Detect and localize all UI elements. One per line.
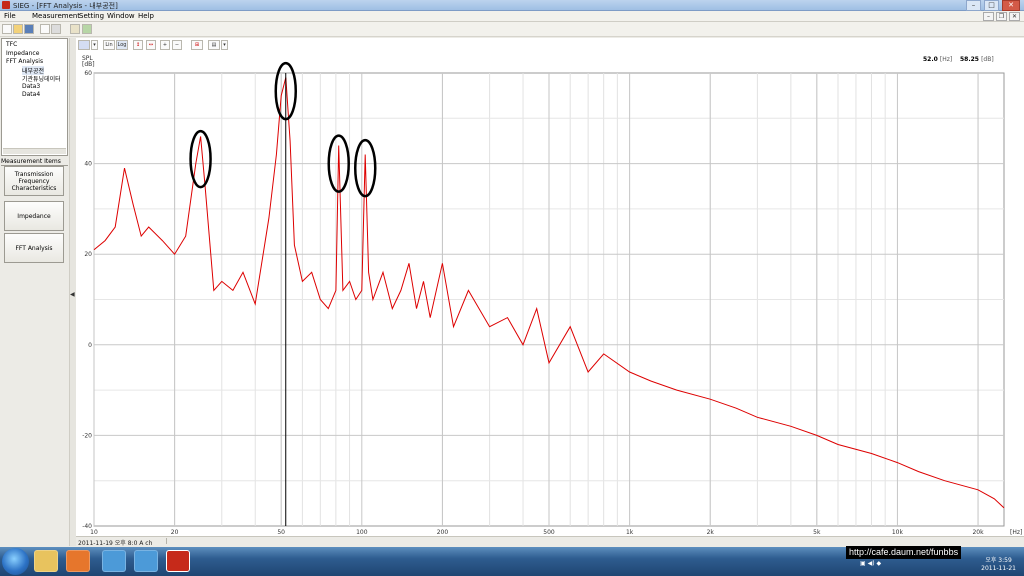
x-tick-label: 200 [437, 529, 449, 536]
title-bar: SIEG - [FFT Analysis - 내부공전] – □ ✕ [0, 0, 1024, 11]
status-bar: 2011-11-19 오후 8:0 A ch [76, 536, 1024, 547]
menu-window[interactable]: Window [107, 12, 135, 20]
collapse-arrow-icon[interactable]: ◀ [70, 291, 75, 298]
mdi-minimize-icon[interactable]: – [983, 12, 994, 21]
ie2-taskbar-icon[interactable] [134, 550, 158, 572]
window-controls: – □ ✕ [966, 0, 1020, 11]
level-unit: [dB] [981, 56, 994, 63]
clock-time: 오후 3:59 [985, 557, 1012, 564]
level-value: 58.25 [960, 56, 979, 63]
x-axis-unit: [Hz] [1010, 529, 1022, 536]
x-tick-label: 20k [972, 529, 984, 536]
x-tick-label: 50 [277, 529, 285, 536]
frequency-readout: 52.0 [Hz] [923, 56, 952, 63]
minimize-icon[interactable]: – [966, 0, 981, 11]
level-readout: 58.25 [dB] [960, 56, 994, 63]
y-tick-label: -40 [82, 523, 92, 530]
settings-icon[interactable] [82, 24, 92, 34]
window-title: SIEG - [FFT Analysis - 내부공전] [13, 2, 118, 10]
volume-icon[interactable]: ◀) [868, 560, 875, 567]
grid-dropdown-icon[interactable]: ▾ [91, 40, 98, 50]
tree-item-tfc[interactable]: TFC [6, 41, 17, 48]
menu-file[interactable]: File [4, 12, 16, 20]
status-cell [166, 538, 227, 544]
print-preview-icon[interactable] [40, 24, 50, 34]
tree-item-data4[interactable]: Data4 [22, 91, 40, 98]
ie-taskbar-icon[interactable] [102, 550, 126, 572]
save-icon[interactable] [24, 24, 34, 34]
clock[interactable]: 오후 3:59 2011-11-21 [981, 557, 1016, 573]
horizontal-move-icon[interactable]: ↔ [146, 40, 156, 50]
zoom-out-icon[interactable]: − [172, 40, 182, 50]
start-button[interactable] [2, 548, 29, 575]
tools-icon[interactable] [70, 24, 80, 34]
tree-item-impedance[interactable]: Impedance [6, 50, 39, 57]
app-icon [2, 1, 10, 9]
x-tick-label: 10 [90, 529, 98, 536]
menu-bar: File Measurement Setting Window Help – ❐… [0, 11, 1024, 22]
maximize-icon[interactable]: □ [984, 0, 999, 11]
watermark: http://cafe.daum.net/funbbs [846, 546, 962, 559]
shield-icon[interactable]: ◆ [876, 560, 881, 567]
x-tick-label: 20 [171, 529, 179, 536]
y-tick-label: -20 [82, 432, 92, 439]
open-folder-icon[interactable] [13, 24, 23, 34]
y-axis-label-text: SPL [dB] [82, 55, 95, 68]
frequency-unit: [Hz] [939, 56, 953, 63]
frequency-value: 52.0 [923, 56, 938, 63]
display-option-icon[interactable]: ▤ [208, 40, 220, 50]
chart-toolbar: ▾ Lin Log ↕ ↔ + − ⊞ ▤ ▾ [76, 38, 1024, 52]
tree-item-data2[interactable]: 기관튜닝데이터 [22, 74, 61, 83]
fft-chart-panel: 10 20 50 100 200 500 1k 2k 5k 10k 20k 60 40 20 0 -20 -40… [76, 38, 1024, 536]
y-tick-label: 60 [84, 70, 92, 77]
fft-analysis-button[interactable]: FFT Analysis [4, 233, 64, 263]
menu-measurement[interactable]: Measurement [32, 12, 80, 20]
x-tick-label: 100 [356, 529, 368, 536]
mdi-controls: – ❐ ✕ [983, 12, 1020, 21]
fft-plot: 10 20 50 100 200 500 1k 2k 5k 10k 20k6040200-20-40… [82, 61, 1022, 536]
x-tick-label: 1k [626, 529, 634, 536]
tree-scrollbar[interactable] [3, 148, 66, 154]
mdi-restore-icon[interactable]: ❐ [996, 12, 1007, 21]
transmission-frequency-button[interactable]: Transmission Frequency Characteristics [4, 166, 64, 196]
grid-view-icon[interactable] [78, 40, 90, 50]
display-dropdown-icon[interactable]: ▾ [221, 40, 228, 50]
main-toolbar [0, 22, 1024, 37]
tree-item-fft-analysis[interactable]: FFT Analysis [6, 58, 43, 65]
x-tick-label: 500 [543, 529, 555, 536]
y-axis-label: SPL [dB] [82, 56, 95, 68]
menu-setting[interactable]: Setting [79, 12, 104, 20]
lin-scale-button[interactable]: Lin [103, 40, 115, 50]
system-tray: ▣ ◀) ◆ [860, 560, 881, 567]
y-tick-label: 40 [84, 161, 92, 168]
menu-help[interactable]: Help [138, 12, 154, 20]
vertical-move-icon[interactable]: ↕ [133, 40, 143, 50]
x-tick-label: 5k [813, 529, 821, 536]
mdi-close-icon[interactable]: ✕ [1009, 12, 1020, 21]
zoom-in-icon[interactable]: + [160, 40, 170, 50]
sieg-taskbar-icon[interactable] [166, 550, 190, 572]
status-text: 2011-11-19 오후 8:0 A ch [78, 540, 153, 547]
y-tick-label: 20 [84, 251, 92, 258]
x-tick-label: 2k [707, 529, 715, 536]
new-file-icon[interactable] [2, 24, 12, 34]
impedance-button[interactable]: Impedance [4, 201, 64, 231]
tree-item-data3[interactable]: Data3 [22, 83, 40, 90]
network-icon[interactable]: ▣ [860, 560, 866, 567]
print-icon[interactable] [51, 24, 61, 34]
project-tree: TFC Impedance FFT Analysis 내부공전 기관튜닝데이터 … [1, 38, 68, 156]
media-player-taskbar-icon[interactable] [66, 550, 90, 572]
close-icon[interactable]: ✕ [1002, 0, 1020, 11]
y-tick-label: 0 [88, 342, 92, 349]
marker-icon[interactable]: ⊞ [191, 40, 203, 50]
x-tick-label: 10k [892, 529, 904, 536]
measurement-items-header: Measurement Items [1, 158, 68, 166]
explorer-taskbar-icon[interactable] [34, 550, 58, 572]
clock-date: 2011-11-21 [981, 565, 1016, 572]
log-scale-button[interactable]: Log [116, 40, 128, 50]
